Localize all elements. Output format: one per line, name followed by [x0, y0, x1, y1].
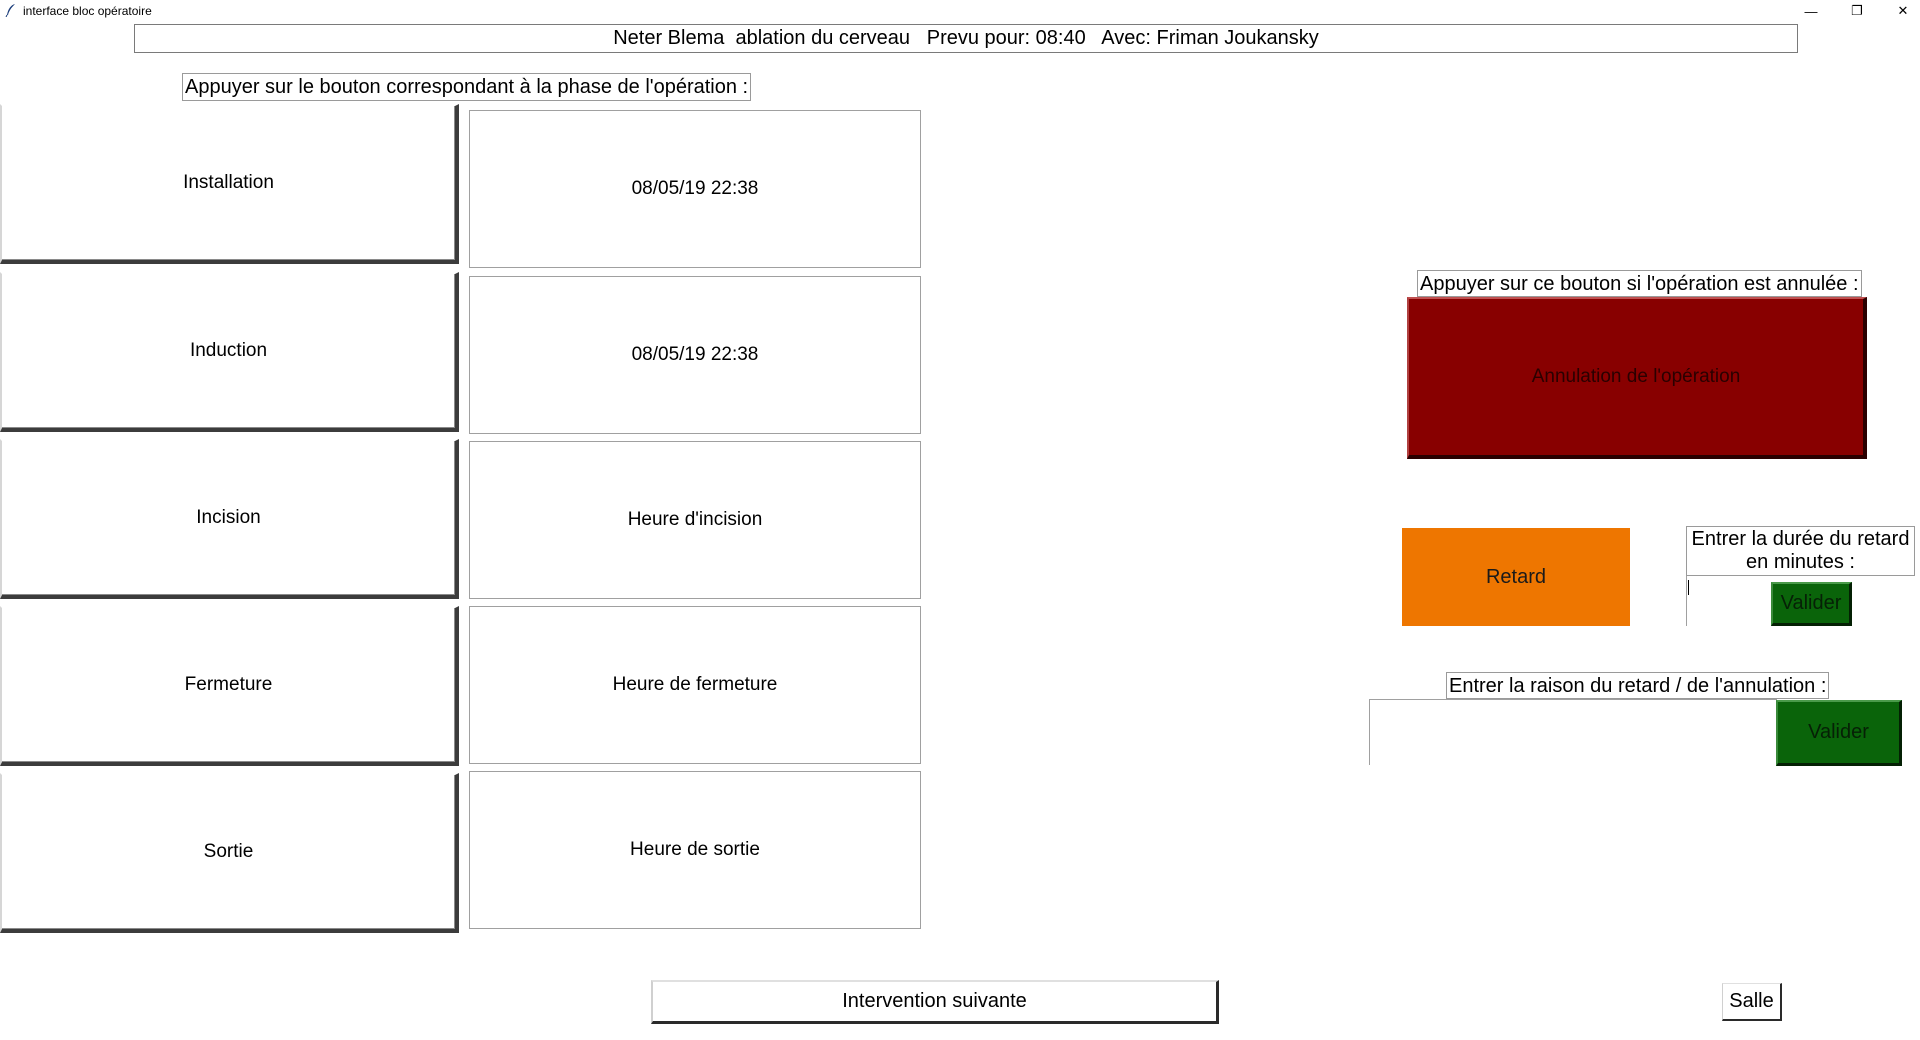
reason-input[interactable] [1369, 699, 1777, 765]
delay-duration-input[interactable] [1686, 576, 1770, 626]
delay-duration-label-line2: en minutes : [1746, 551, 1855, 573]
phase-instruction-label: Appuyer sur le bouton correspondant à la… [182, 73, 752, 101]
reason-validate-button[interactable]: Valider [1776, 700, 1902, 766]
restore-icon: ❐ [1851, 3, 1863, 18]
phase-time-incision: Heure d'incision [469, 441, 921, 599]
operation-header: Neter Blema ablation du cerveau Prevu po… [134, 24, 1798, 53]
phase-time-installation: 08/05/19 22:38 [469, 110, 921, 268]
phase-button-sortie[interactable]: Sortie [0, 773, 459, 933]
room-button[interactable]: Salle [1722, 983, 1782, 1021]
title-bar: interface bloc opératoire — ❐ ✕ [0, 0, 1920, 22]
delay-duration-label: Entrer la durée du retard en minutes : [1686, 526, 1915, 576]
cancel-operation-button[interactable]: Annulation de l'opération [1407, 297, 1867, 459]
phase-button-induction[interactable]: Induction [0, 272, 459, 432]
phase-time-fermeture: Heure de fermeture [469, 606, 921, 764]
close-icon: ✕ [1897, 3, 1909, 18]
phase-time-sortie: Heure de sortie [469, 771, 921, 929]
phase-button-fermeture[interactable]: Fermeture [0, 606, 459, 766]
feather-icon [5, 4, 15, 17]
phase-button-installation[interactable]: Installation [0, 104, 459, 264]
window-title: interface bloc opératoire [23, 4, 152, 18]
maximize-button[interactable]: ❐ [1834, 0, 1880, 22]
cancel-instruction-label: Appuyer sur ce bouton si l'opération est… [1417, 270, 1862, 297]
delay-button[interactable]: Retard [1402, 528, 1630, 626]
phase-time-induction: 08/05/19 22:38 [469, 276, 921, 434]
operation-info: Neter Blema ablation du cerveau Prevu po… [613, 27, 1319, 49]
close-button[interactable]: ✕ [1880, 0, 1920, 22]
text-caret [1688, 580, 1689, 595]
delay-duration-label-line1: Entrer la durée du retard [1691, 528, 1910, 550]
next-intervention-button[interactable]: Intervention suivante [651, 980, 1219, 1024]
phase-button-incision[interactable]: Incision [0, 439, 459, 599]
delay-validate-button[interactable]: Valider [1771, 582, 1852, 626]
reason-label: Entrer la raison du retard / de l'annula… [1446, 672, 1830, 699]
minimize-icon: — [1804, 3, 1818, 19]
minimize-button[interactable]: — [1788, 0, 1834, 22]
